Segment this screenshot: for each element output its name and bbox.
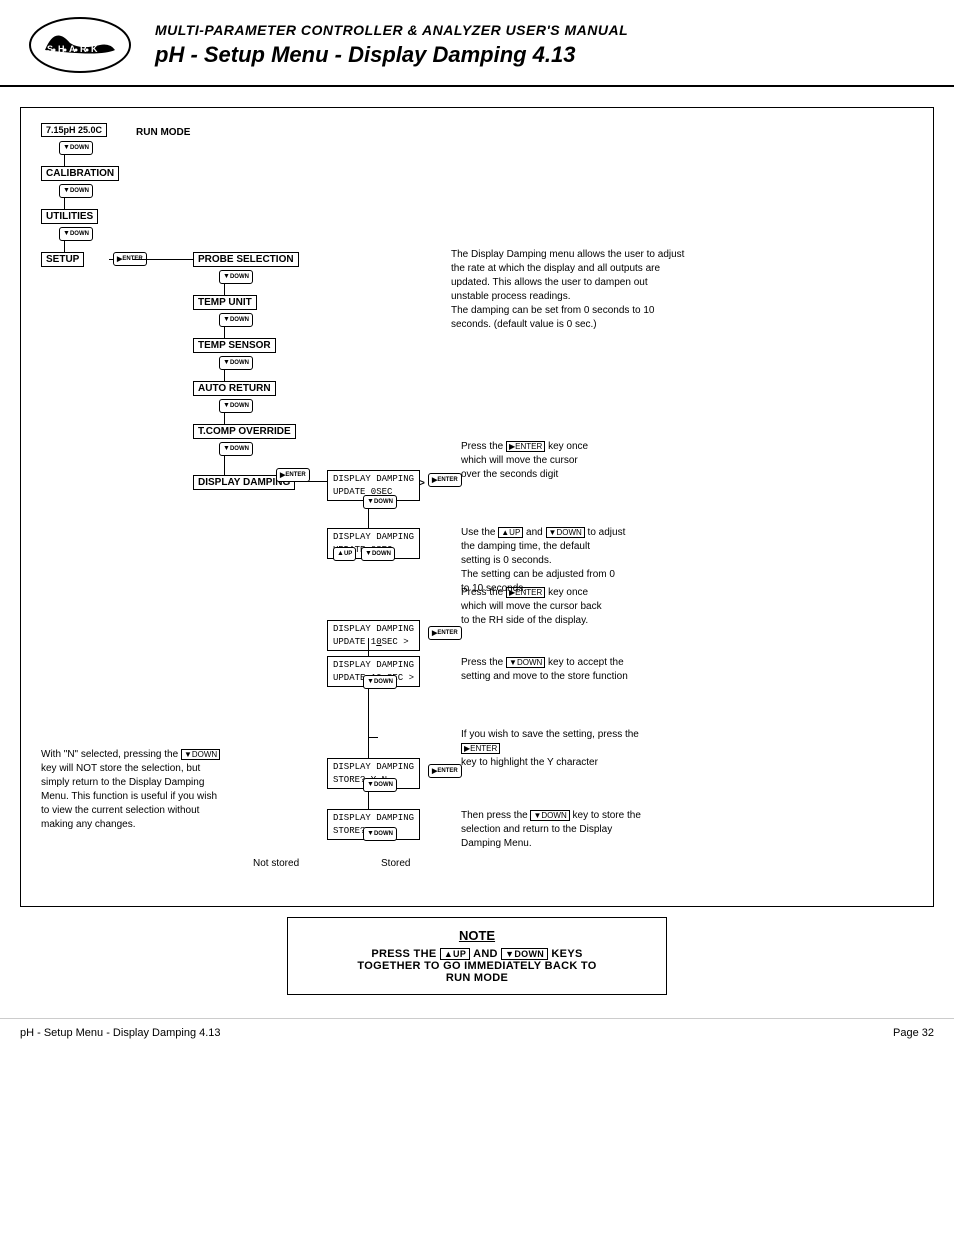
down-btn-store2: ▼DOWN: [363, 826, 397, 841]
down-btn-probe: ▼DOWN: [219, 269, 253, 284]
vline-store1: [368, 791, 369, 811]
enter-btn-store1: ▶ENTER: [428, 764, 462, 778]
probe-selection-box: PROBE SELECTION: [193, 252, 299, 267]
hline-to-probe: [133, 259, 193, 260]
desc-press-enter-once: Press the ▶ENTER key once which will mov…: [461, 440, 661, 482]
desc-not-store-note: With "N" selected, pressing the ▼DOWN ke…: [41, 748, 241, 832]
note-text: PRESS THE ▲UP AND ▼DOWN KEYS TOGETHER TO…: [308, 948, 646, 984]
footer-left: pH - Setup Menu - Display Damping 4.13: [20, 1027, 221, 1039]
note-title: NOTE: [308, 928, 646, 943]
down-btn-1: ▼DOWN: [59, 140, 93, 155]
temp-sensor-box: TEMP SENSOR: [193, 338, 276, 353]
footer-right: Page 32: [893, 1027, 934, 1039]
down-btn-tcomp: ▼DOWN: [219, 441, 253, 456]
tcomp-override-box: T.COMP OVERRIDE: [193, 424, 296, 439]
setup-box: SETUP: [41, 252, 84, 267]
note-box: NOTE PRESS THE ▲UP AND ▼DOWN KEYS TOGETH…: [287, 917, 667, 995]
down-btn-3: ▼DOWN: [59, 226, 93, 241]
down-btn-display1: ▼DOWN: [363, 494, 397, 509]
utilities-box: UTILITIES: [41, 209, 98, 224]
display-center-3: DISPLAY DAMPING UPDATE 10SEC >: [327, 620, 420, 651]
svg-text:H: H: [58, 44, 65, 54]
up-btn-1: ▲UP: [333, 546, 356, 561]
desc-press-enter-back: Press the ▶ENTER key once which will mov…: [461, 586, 661, 628]
down-btn-store1: ▼DOWN: [363, 777, 397, 792]
svg-text:K: K: [91, 44, 98, 54]
vline-display1: [368, 508, 369, 530]
desc-save-note: If you wish to save the setting, press t…: [461, 728, 661, 770]
page-footer: pH - Setup Menu - Display Damping 4.13 P…: [0, 1018, 954, 1047]
cursor-right-1: >: [419, 478, 425, 489]
down-btn-display4: ▼DOWN: [363, 674, 397, 689]
desc-press-down-accept: Press the ▼DOWN key to accept the settin…: [461, 656, 671, 684]
auto-return-box: AUTO RETURN: [193, 381, 276, 396]
down-btn-2: ▼DOWN: [59, 183, 93, 198]
temp-unit-box: TEMP UNIT: [193, 295, 257, 310]
enter-btn-damping: ▶ENTER: [276, 468, 310, 482]
hline-to-store: [368, 737, 378, 738]
down-btn-display2: ▼DOWN: [361, 546, 395, 561]
calibration-box: CALIBRATION: [41, 166, 119, 181]
enter-btn-1: ▶ENTER: [428, 473, 462, 487]
header-text-area: MULTI-PARAMETER CONTROLLER & ANALYZER US…: [140, 22, 934, 68]
header-title1: MULTI-PARAMETER CONTROLLER & ANALYZER US…: [155, 22, 934, 38]
page-header: S H A R K MULTI-PARAMETER CONTROLLER & A…: [0, 0, 954, 87]
vline-tcomp: [224, 455, 225, 477]
not-stored-label: Not stored: [253, 858, 299, 869]
desc-intro: The Display Damping menu allows the user…: [451, 248, 731, 332]
logo: S H A R K: [20, 10, 140, 80]
svg-text:S: S: [47, 44, 53, 54]
flow-container: RUN MODE 7.15pH 25.0C ▼DOWN CALIBRATION …: [31, 118, 923, 878]
desc-press-down-store: Then press the ▼DOWN key to store the se…: [461, 809, 671, 851]
enter-btn-3: ▶ENTER: [428, 626, 462, 640]
down-btn-tempunit: ▼DOWN: [219, 312, 253, 327]
down-btn-autoreturn: ▼DOWN: [219, 398, 253, 413]
header-title2: pH - Setup Menu - Display Damping 4.13: [155, 42, 934, 68]
stored-label: Stored: [381, 858, 410, 869]
diagram-box: RUN MODE 7.15pH 25.0C ▼DOWN CALIBRATION …: [20, 107, 934, 907]
hline-damping: [293, 481, 328, 482]
run-mode-label: RUN MODE: [136, 126, 190, 138]
vline-display3: [368, 638, 369, 658]
vline-to-store: [368, 688, 369, 738]
reading-box: 7.15pH 25.0C: [41, 123, 107, 137]
down-btn-tempsensor: ▼DOWN: [219, 355, 253, 370]
main-content: RUN MODE 7.15pH 25.0C ▼DOWN CALIBRATION …: [0, 87, 954, 1013]
